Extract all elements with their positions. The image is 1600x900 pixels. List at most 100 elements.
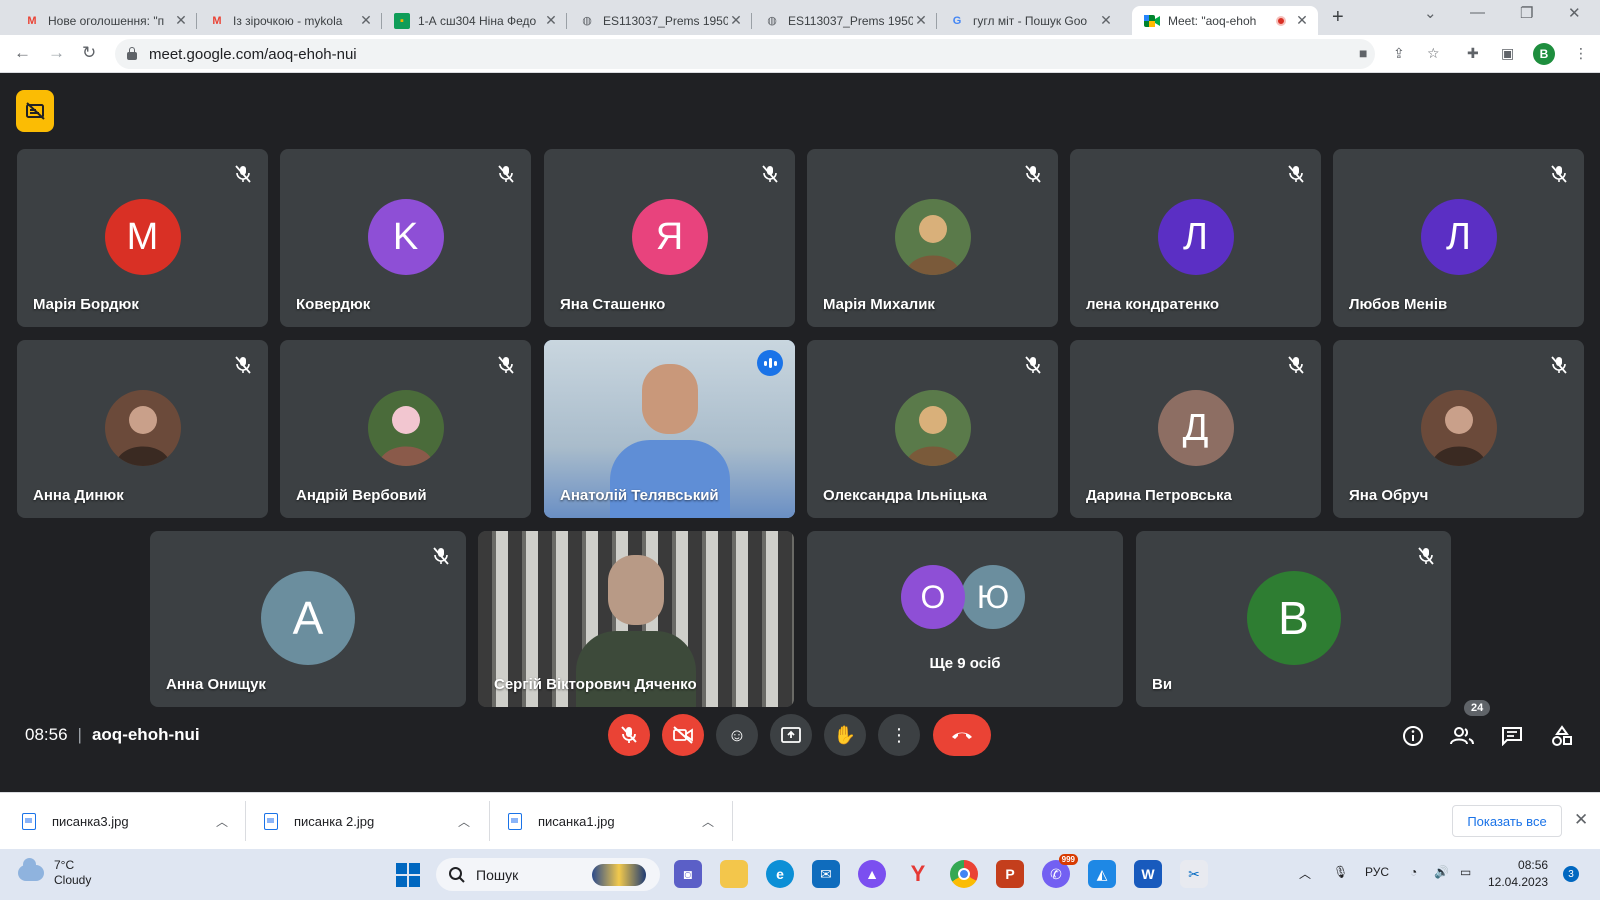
- captions-off-icon[interactable]: [16, 90, 54, 132]
- close-shelf-icon[interactable]: ✕: [1574, 810, 1588, 830]
- word-icon[interactable]: W: [1134, 860, 1162, 888]
- close-icon[interactable]: ✕: [543, 12, 559, 29]
- camera-off-icon: [673, 726, 693, 744]
- tab-title: ES113037_Prems 1950: [788, 13, 913, 28]
- google-icon: G: [952, 14, 962, 27]
- volume-icon[interactable]: 🔊: [1434, 865, 1449, 879]
- close-icon[interactable]: ✕: [173, 12, 189, 29]
- tab-search-icon[interactable]: ⌄: [1424, 4, 1437, 22]
- chevron-up-icon[interactable]: ︿: [1299, 865, 1311, 882]
- raise-hand-button[interactable]: ✋: [824, 714, 866, 756]
- activities-button[interactable]: [1548, 722, 1576, 750]
- meet-stage: M Марія Бордюк K Ковердюк Я Яна Сташенко Марія…: [0, 74, 1600, 792]
- notification-count[interactable]: 3: [1563, 866, 1579, 882]
- powerpoint-icon[interactable]: P: [996, 860, 1024, 888]
- avatar: Д: [1157, 390, 1234, 466]
- mic-toggle-button[interactable]: [608, 714, 650, 756]
- participant-tile[interactable]: Сергій Вікторович Дяченко: [478, 531, 794, 707]
- participant-tile[interactable]: Ллена кондратенко: [1070, 149, 1321, 327]
- snipping-tool-icon[interactable]: ✂: [1180, 860, 1208, 888]
- file-explorer-icon[interactable]: [720, 860, 748, 888]
- chevron-up-icon[interactable]: ︿: [458, 813, 470, 830]
- chevron-up-icon[interactable]: ︿: [216, 813, 228, 830]
- taskbar-search[interactable]: Пошук: [436, 858, 660, 891]
- participant-tile[interactable]: M Марія Бордюк: [17, 149, 268, 327]
- alice-icon[interactable]: ▲: [858, 860, 886, 888]
- extensions-icon[interactable]: ✚: [1467, 45, 1479, 62]
- download-item-3[interactable]: писанка1.jpg ︿: [508, 801, 718, 841]
- leave-call-button[interactable]: [933, 714, 991, 756]
- close-icon[interactable]: ✕: [358, 12, 374, 29]
- show-all-downloads-button[interactable]: Показать все: [1452, 805, 1562, 837]
- browser-tab-6[interactable]: G гугл міт - Пошук Goo ✕: [937, 6, 1122, 35]
- chevron-up-icon[interactable]: ︿: [702, 813, 714, 830]
- camera-icon[interactable]: ■: [1359, 45, 1367, 61]
- participant-tile[interactable]: Анатолій Телявський: [544, 340, 795, 518]
- chrome-icon[interactable]: [950, 860, 978, 888]
- participant-tile[interactable]: A Анна Онищук: [150, 531, 466, 707]
- microphone-icon[interactable]: 🎙: [1333, 865, 1348, 879]
- menu-icon[interactable]: ⋮: [1574, 45, 1588, 62]
- edge-icon[interactable]: e: [766, 860, 794, 888]
- battery-icon[interactable]: ▭: [1460, 865, 1471, 879]
- viber-icon[interactable]: ✆ 999: [1042, 854, 1078, 888]
- browser-tab-5[interactable]: ◍ ES113037_Prems 1950 ✕: [752, 6, 937, 35]
- browser-tab-2[interactable]: M Із зірочкою - mykola ✕: [197, 6, 382, 35]
- meeting-details-button[interactable]: [1399, 722, 1427, 750]
- people-button[interactable]: [1448, 722, 1476, 750]
- browser-tab-3[interactable]: ▪ 1-А сш304 Ніна Федо ✕: [382, 6, 567, 35]
- participant-tile[interactable]: Андрій Вербовий: [280, 340, 531, 518]
- download-item-2[interactable]: писанка 2.jpg ︿: [264, 801, 474, 841]
- yandex-browser-icon[interactable]: Y: [904, 860, 932, 888]
- address-bar[interactable]: meet.google.com/aoq-ehoh-nui: [115, 39, 1375, 69]
- participant-tile[interactable]: Яна Обруч: [1333, 340, 1584, 518]
- profile-avatar[interactable]: B: [1533, 43, 1555, 65]
- download-filename: писанка 2.jpg: [294, 813, 375, 829]
- participant-tile[interactable]: Я Яна Сташенко: [544, 149, 795, 327]
- participant-tile[interactable]: Д Дарина Петровська: [1070, 340, 1321, 518]
- participant-tile[interactable]: B Ви: [1136, 531, 1451, 707]
- chat-button[interactable]: [1498, 722, 1526, 750]
- avatar: [104, 390, 181, 466]
- minimize-button[interactable]: —: [1470, 4, 1485, 21]
- bookmark-star-icon[interactable]: ☆: [1427, 45, 1440, 62]
- participant-tile[interactable]: K Ковердюк: [280, 149, 531, 327]
- restore-button[interactable]: ❐: [1520, 4, 1533, 22]
- participant-tile[interactable]: Л Любов Менів: [1333, 149, 1584, 327]
- input-language[interactable]: РУС: [1365, 865, 1389, 879]
- photos-icon[interactable]: ◭: [1088, 860, 1116, 888]
- reload-icon[interactable]: ↻: [82, 43, 96, 63]
- mail-icon[interactable]: ✉: [812, 860, 840, 888]
- close-icon[interactable]: ✕: [913, 12, 929, 29]
- camera-toggle-button[interactable]: [662, 714, 704, 756]
- teams-chat-icon[interactable]: ◙: [674, 860, 702, 888]
- back-icon[interactable]: ←: [14, 43, 31, 63]
- browser-toolbar: ← → ↻ meet.google.com/aoq-ehoh-nui ■ ⇪ ☆…: [0, 35, 1600, 73]
- image-file-icon: [264, 812, 278, 830]
- more-options-button[interactable]: ⋮: [878, 714, 920, 756]
- share-icon[interactable]: ⇪: [1393, 45, 1405, 62]
- download-item-1[interactable]: писанка3.jpg ︿: [22, 801, 232, 841]
- lock-icon[interactable]: [127, 47, 137, 60]
- browser-tab-7[interactable]: Meet: "aoq-ehoh ✕: [1132, 6, 1318, 35]
- participant-tile[interactable]: Марія Михалик: [807, 149, 1058, 327]
- weather-widget[interactable]: 7°C Cloudy: [18, 858, 91, 888]
- side-panel-icon[interactable]: ▣: [1501, 45, 1514, 62]
- participant-tile[interactable]: Анна Динюк: [17, 340, 268, 518]
- close-icon[interactable]: ✕: [1294, 12, 1310, 29]
- close-window-button[interactable]: ✕: [1568, 4, 1581, 22]
- close-icon[interactable]: ✕: [728, 12, 744, 29]
- recording-icon: [1276, 15, 1286, 26]
- new-tab-button[interactable]: +: [1332, 6, 1344, 29]
- forward-icon[interactable]: →: [48, 43, 65, 63]
- close-icon[interactable]: ✕: [1098, 12, 1114, 29]
- start-button[interactable]: [396, 863, 420, 887]
- browser-tab-4[interactable]: ◍ ES113037_Prems 1950 ✕: [567, 6, 752, 35]
- system-clock[interactable]: 08:56 12.04.2023: [1488, 857, 1548, 891]
- participant-tile[interactable]: Олександра Ільніцька: [807, 340, 1058, 518]
- browser-tab-1[interactable]: M Нове оголошення: "п ✕: [12, 6, 197, 35]
- wifi-icon[interactable]: ◔: [1410, 865, 1417, 879]
- present-screen-button[interactable]: [770, 714, 812, 756]
- participant-tile[interactable]: O Ю Ще 9 осіб: [807, 531, 1123, 707]
- reactions-button[interactable]: ☺: [716, 714, 758, 756]
